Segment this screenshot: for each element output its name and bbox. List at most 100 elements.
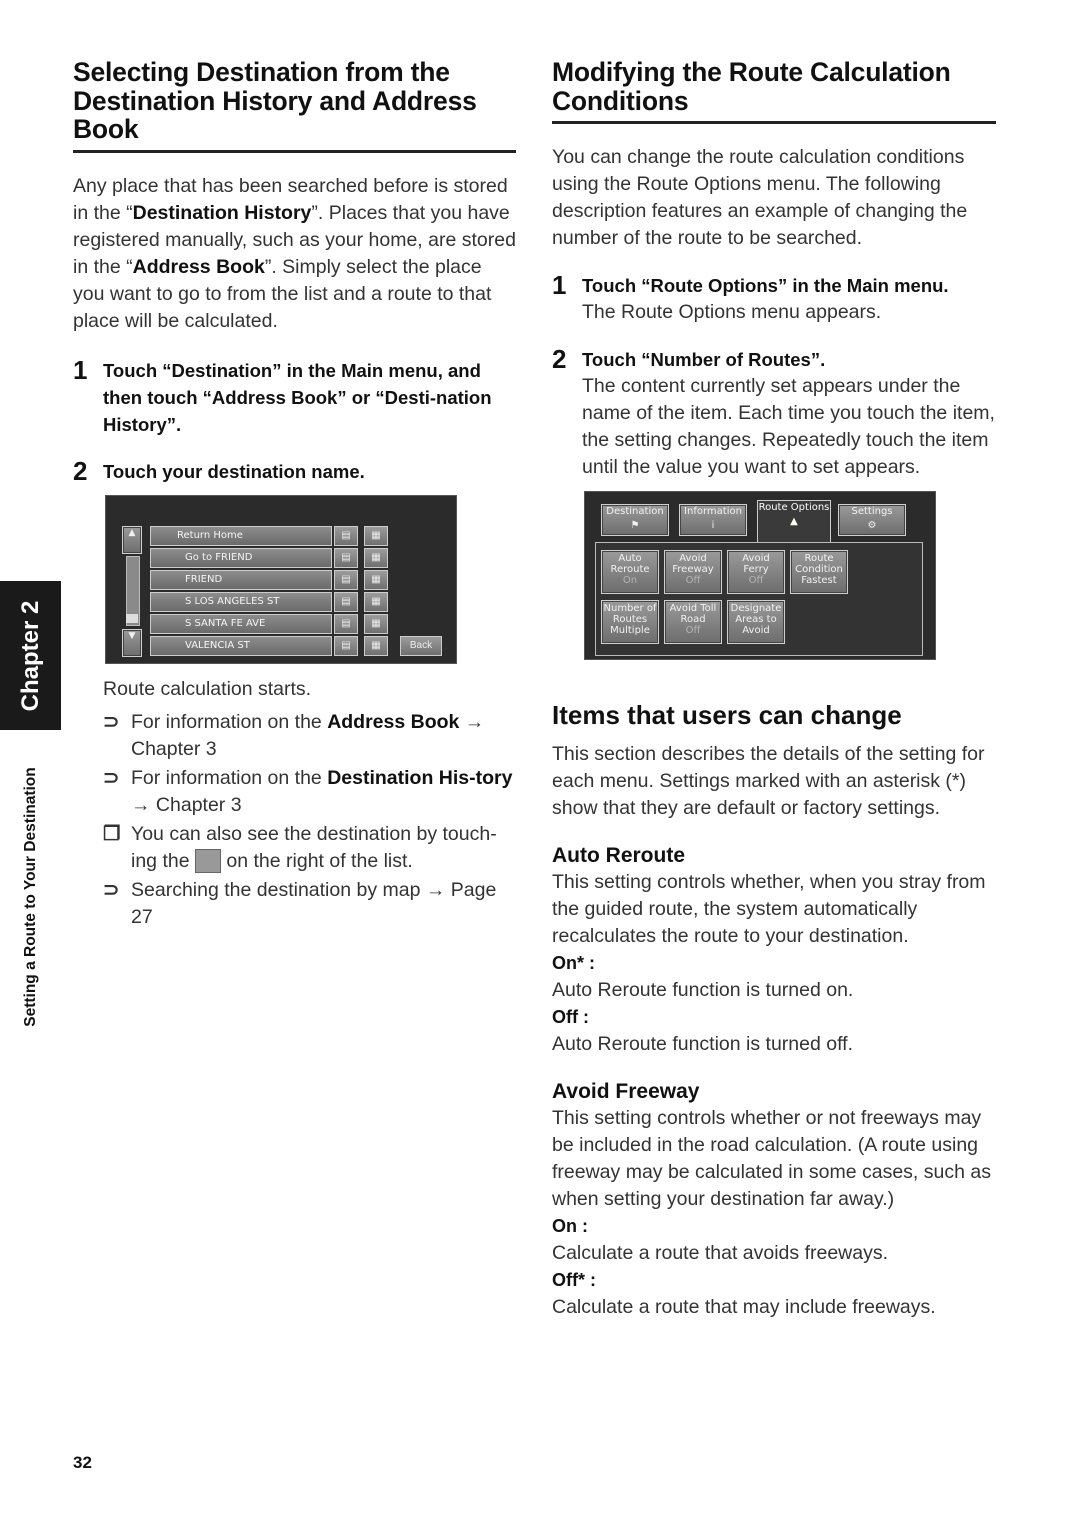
button-value: Avoid	[742, 625, 770, 636]
back-button[interactable]: Back	[400, 635, 442, 656]
note-item: ⊃ For information on the Address Book → C…	[103, 709, 516, 763]
button-value: Off	[748, 575, 764, 586]
intro-bold-address-book: Address Book	[132, 255, 265, 278]
tab-route-options[interactable]: Route Options ▲	[757, 500, 831, 543]
button-value: On	[622, 575, 638, 586]
left-step-1: 1 Touch “Destination” in the Main menu, …	[73, 356, 516, 438]
button-label: Freeway	[672, 564, 714, 575]
tab-information[interactable]: Information i	[679, 504, 747, 536]
button-value: Fastest	[801, 575, 837, 586]
checkbox-icon: ❐	[103, 822, 121, 845]
map-button[interactable]: ▦	[364, 635, 388, 656]
list-item[interactable]: S LOS ANGELES ST	[150, 591, 332, 612]
map-button[interactable]: ▦	[364, 591, 388, 612]
route-condition-button[interactable]: Route Condition Fastest	[790, 550, 848, 594]
designate-areas-button[interactable]: Designate Areas to Avoid	[727, 600, 785, 644]
page-number: 32	[73, 1453, 92, 1472]
option-label: Off* :	[552, 1270, 596, 1290]
map-button[interactable]: ▦	[364, 525, 388, 546]
button-label: Ferry	[743, 564, 769, 575]
step-body: The content currently set appears under …	[582, 375, 995, 478]
route-icon: ▲	[790, 516, 798, 527]
chapter-tab-label: Chapter 2	[16, 600, 44, 711]
map-icon: ▦	[371, 639, 381, 651]
list-item-label: FRIEND	[185, 573, 223, 585]
button-label: Auto	[618, 553, 642, 564]
right-step-2: 2 Touch “Number of Routes”. The content …	[552, 346, 996, 481]
button-label: Avoid Toll	[669, 603, 717, 614]
chapter-tab: Chapter 2	[0, 581, 61, 730]
auto-reroute-desc: This setting controls whether, when you …	[552, 871, 986, 947]
after-screen-block: Route calculation starts.	[103, 676, 516, 703]
button-value: Off	[685, 625, 701, 636]
list-item[interactable]: Return Home	[150, 525, 332, 546]
scroll-up-icon: ▲	[128, 527, 136, 538]
map-icon: ▦	[371, 617, 381, 629]
note-text: For information on the	[131, 710, 328, 733]
number-of-routes-button[interactable]: Number of Routes Multiple	[601, 600, 659, 644]
step-title: Touch “Route Options” in the Main menu.	[582, 275, 949, 296]
list-item[interactable]: FRIEND	[150, 569, 332, 590]
map-button[interactable]: ▦	[364, 547, 388, 568]
note-bold: Address Book	[327, 710, 460, 733]
button-value: Multiple	[610, 625, 650, 636]
document-icon: ▤	[341, 551, 351, 563]
chapter-title: Setting a Route to Your Destination	[0, 737, 61, 1057]
tab-settings[interactable]: Settings ⚙	[838, 504, 906, 536]
list-item[interactable]: S SANTA FE AVE	[150, 613, 332, 634]
button-label: Avoid	[742, 553, 770, 564]
map-icon: ▦	[371, 595, 381, 607]
info-button[interactable]: ▤	[334, 547, 358, 568]
intro-bold-destination-history: Destination History	[132, 201, 312, 224]
button-label: Areas to	[735, 614, 777, 625]
notes-list: ⊃ For information on the Address Book → C…	[103, 709, 516, 931]
scrollbar-thumb[interactable]	[126, 613, 138, 623]
avoid-freeway-desc: This setting controls whether or not fre…	[552, 1107, 991, 1210]
right-step-1: 1 Touch “Route Options” in the Main menu…	[552, 272, 996, 326]
destination-list-screenshot: ▲ ▼ Return Home Go to FRIEND FRIEND S LO…	[105, 494, 457, 664]
arrow-icon: ⊃	[103, 878, 120, 901]
button-label: Reroute	[610, 564, 650, 575]
info-button[interactable]: ▤	[334, 613, 358, 634]
option-desc: Calculate a route that may include freew…	[552, 1296, 936, 1318]
note-bold: Destination His-tory	[327, 766, 513, 789]
list-item[interactable]: VALENCIA ST	[150, 635, 332, 656]
scroll-down-button[interactable]: ▼	[122, 628, 142, 657]
list-item[interactable]: Go to FRIEND	[150, 547, 332, 568]
note-text: For information on the	[131, 766, 328, 789]
items-intro: This section describes the details of th…	[552, 743, 985, 819]
info-button[interactable]: ▤	[334, 525, 358, 546]
section-heading-selecting-destination: Selecting Destination from the Destinati…	[73, 58, 516, 153]
button-label: Condition	[795, 564, 843, 575]
option-desc: Auto Reroute function is turned off.	[552, 1033, 853, 1055]
info-button[interactable]: ▤	[334, 635, 358, 656]
button-label: Route	[804, 553, 834, 564]
info-button[interactable]: ▤	[334, 569, 358, 590]
option-desc: Calculate a route that avoids freeways.	[552, 1242, 889, 1264]
map-icon: ▦	[371, 551, 381, 563]
avoid-toll-road-button[interactable]: Avoid Toll Road Off	[664, 600, 722, 644]
gear-icon: ⚙	[867, 520, 877, 531]
avoid-ferry-button[interactable]: Avoid Ferry Off	[727, 550, 785, 594]
note-text: Searching the destination by map → Page …	[131, 878, 497, 928]
info-button[interactable]: ▤	[334, 591, 358, 612]
option-desc: Auto Reroute function is turned on.	[552, 979, 854, 1001]
button-value: Off	[685, 575, 701, 586]
tab-destination[interactable]: Destination ⚑	[601, 504, 669, 536]
note-item: ⊃ Searching the destination by map → Page…	[103, 877, 516, 931]
map-button[interactable]: ▦	[364, 569, 388, 590]
right-intro: You can change the route calculation con…	[552, 146, 968, 249]
step-number: 2	[73, 455, 88, 486]
note-item: ❐ You can also see the destination by tou…	[103, 821, 516, 875]
button-label: Number of	[603, 603, 657, 614]
list-item-label: Return Home	[177, 529, 243, 541]
tab-label: Destination	[606, 506, 664, 517]
route-options-screenshot: Destination ⚑ Information i Route Options ▲…	[584, 491, 936, 660]
map-button[interactable]: ▦	[364, 613, 388, 634]
list-item-label: S LOS ANGELES ST	[185, 595, 280, 607]
avoid-freeway-button[interactable]: Avoid Freeway Off	[664, 550, 722, 594]
scroll-up-button[interactable]: ▲	[122, 525, 142, 554]
items-heading: Items that users can change	[552, 700, 902, 730]
step-number: 1	[552, 270, 567, 300]
auto-reroute-button[interactable]: Auto Reroute On	[601, 550, 659, 594]
